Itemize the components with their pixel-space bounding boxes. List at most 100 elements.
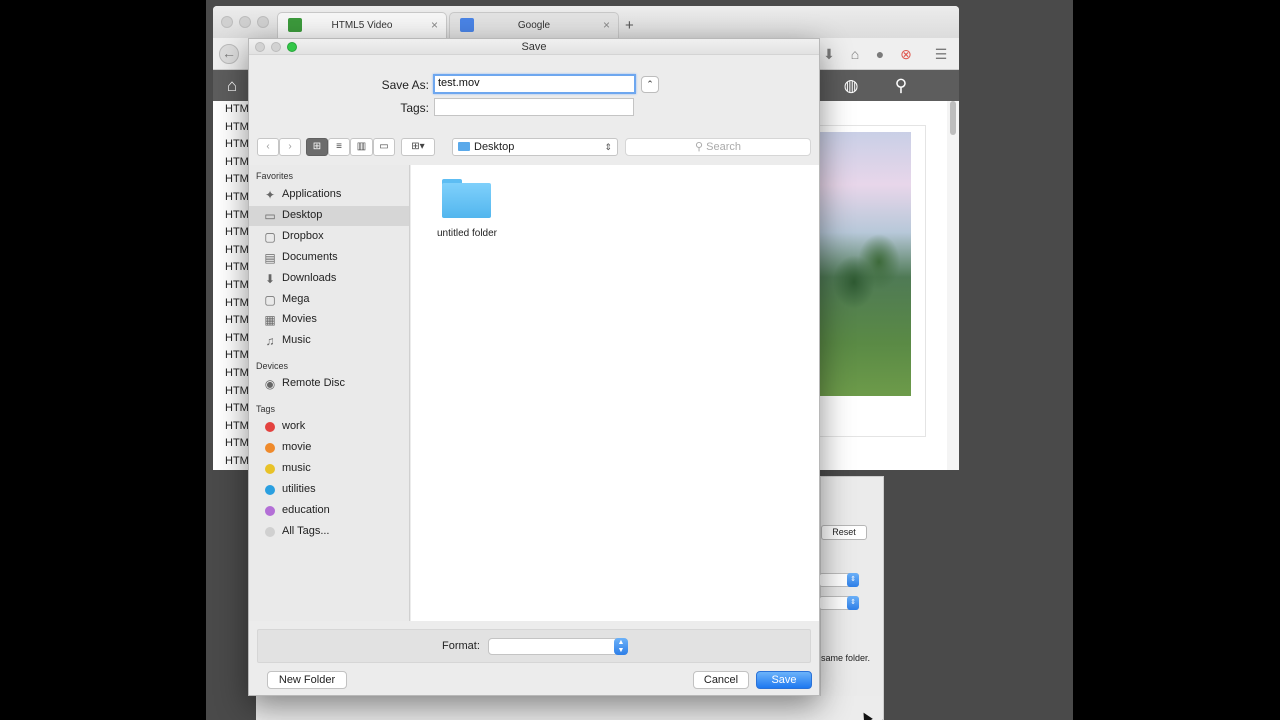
- sidebar-item-movies[interactable]: ▦ Movies: [249, 310, 409, 330]
- list-item[interactable]: HTM: [213, 295, 252, 313]
- home-icon[interactable]: ⌂: [847, 46, 863, 62]
- column-view-icon[interactable]: ▥: [350, 138, 373, 156]
- sidebar-item-utilities[interactable]: utilities: [249, 480, 409, 500]
- sidebar-item-mega[interactable]: ▢ Mega: [249, 290, 409, 310]
- new-folder-button[interactable]: New Folder: [267, 671, 347, 689]
- list-item[interactable]: HTM: [213, 383, 252, 401]
- list-item[interactable]: HTM: [213, 453, 252, 470]
- list-item[interactable]: HTM: [213, 312, 252, 330]
- list-item[interactable]: HTM: [213, 101, 252, 119]
- applications-icon: ✦: [264, 188, 276, 202]
- lifebuoy-icon[interactable]: ⊗: [898, 46, 914, 62]
- sidebar-item-dropbox[interactable]: ▢ Dropbox: [249, 227, 409, 247]
- tab-html5-video[interactable]: HTML5 Video ×: [277, 12, 447, 38]
- list-item[interactable]: HTM: [213, 136, 252, 154]
- reset-button[interactable]: Reset: [821, 525, 867, 540]
- save-as-label: Save As:: [381, 78, 429, 92]
- folder-icon: ▢: [264, 229, 276, 244]
- sidebar-item-label: Documents: [282, 250, 338, 263]
- chat-icon[interactable]: ●: [872, 46, 888, 62]
- sidebar-item-education[interactable]: education: [249, 501, 409, 521]
- scroll-thumb[interactable]: [950, 101, 956, 135]
- zoom-window-button[interactable]: [257, 16, 269, 28]
- home-icon[interactable]: ⌂: [222, 76, 242, 96]
- format-select[interactable]: ▲ ▼: [488, 638, 628, 655]
- save-dialog: Save Save As: test.mov ⌃ Tags: ‹ › ⊞ ≡ ▥…: [248, 38, 820, 696]
- favorites-heading: Favorites: [256, 171, 294, 181]
- close-tab-icon[interactable]: ×: [431, 18, 438, 32]
- list-item[interactable]: HTM: [213, 400, 252, 418]
- save-as-input[interactable]: test.mov: [433, 74, 636, 94]
- list-item[interactable]: HTM: [213, 435, 252, 453]
- devices-heading: Devices: [256, 361, 289, 371]
- search-icon[interactable]: ⚲: [891, 76, 911, 96]
- arrange-button[interactable]: ⊞▾: [401, 138, 435, 156]
- list-item[interactable]: HTM: [213, 330, 252, 348]
- background-strip: [256, 696, 882, 720]
- folder-icon: [458, 142, 470, 151]
- tag-color-icon: [265, 422, 275, 432]
- list-item[interactable]: HTM: [213, 242, 252, 260]
- sidebar-item-label: Music: [282, 334, 311, 347]
- folder-icon: [442, 179, 491, 218]
- globe-icon[interactable]: ◍: [841, 76, 861, 96]
- back-icon[interactable]: ←: [219, 44, 239, 64]
- new-tab-button[interactable]: +: [625, 17, 634, 34]
- close-tab-icon[interactable]: ×: [603, 18, 610, 32]
- sidebar-item-music[interactable]: ♫ Music: [249, 331, 409, 351]
- minimize-window-button[interactable]: [239, 16, 251, 28]
- forward-button[interactable]: ›: [279, 138, 301, 156]
- list-item[interactable]: HTM: [213, 277, 252, 295]
- expand-dialog-button[interactable]: ⌃: [641, 76, 659, 93]
- list-item[interactable]: HTM: [213, 189, 252, 207]
- tag-color-icon: [265, 484, 275, 495]
- list-item[interactable]: HTM: [213, 224, 252, 242]
- sidebar-item-desktop[interactable]: ▭ Desktop: [249, 205, 409, 226]
- settings-select-1[interactable]: ⇕: [819, 573, 859, 587]
- sidebar-item-work[interactable]: work: [249, 417, 409, 437]
- dialog-titlebar: Save: [249, 39, 819, 55]
- sidebar-item-applications[interactable]: ✦ Applications: [249, 185, 409, 205]
- sidebar-item-downloads[interactable]: ⬇ Downloads: [249, 269, 409, 289]
- arrange-icon: ⊞: [411, 141, 420, 152]
- save-button[interactable]: Save: [756, 671, 812, 689]
- sidebar-item-label: Remote Disc: [282, 377, 345, 389]
- list-item[interactable]: HTM: [213, 418, 252, 436]
- list-item[interactable]: HTM: [213, 207, 252, 225]
- sidebar-item-documents[interactable]: ▤ Documents: [249, 248, 409, 268]
- list-item[interactable]: HTM: [213, 119, 252, 137]
- tag-color-icon: [265, 442, 275, 453]
- sidebar-item-remote-disc[interactable]: ◉ Remote Disc: [249, 374, 409, 394]
- back-button[interactable]: ‹: [257, 138, 279, 156]
- search-input[interactable]: ⚲ Search: [625, 138, 811, 156]
- tags-input[interactable]: [434, 98, 634, 116]
- sidebar-item-music[interactable]: music: [249, 459, 409, 479]
- list-item[interactable]: HTM: [213, 154, 252, 172]
- settings-select-2[interactable]: ⇕: [819, 596, 859, 610]
- list-item[interactable]: HTM: [213, 347, 252, 365]
- sidebar-item-movie[interactable]: movie: [249, 438, 409, 458]
- location-select[interactable]: Desktop ⇕: [452, 138, 618, 156]
- tab-google[interactable]: Google ×: [449, 12, 619, 38]
- page-scrollbar[interactable]: [947, 101, 959, 470]
- icon-view-button[interactable]: ⊞: [306, 138, 328, 156]
- menu-icon[interactable]: ☰: [933, 46, 949, 62]
- coverflow-view-icon[interactable]: ▭: [373, 138, 395, 156]
- sidebar-item-all-tags[interactable]: All Tags...: [249, 522, 409, 542]
- sidebar-item-label: Desktop: [282, 208, 323, 221]
- list-item[interactable]: HTM: [213, 171, 252, 189]
- desktop-icon: ▭: [264, 208, 276, 223]
- browser-titlebar: HTML5 Video × Google × +: [213, 6, 959, 38]
- list-view-icon[interactable]: ≡: [328, 138, 350, 156]
- music-icon: ♫: [265, 334, 275, 349]
- list-item[interactable]: HTM: [213, 365, 252, 383]
- video-player[interactable]: [819, 132, 911, 396]
- file-name: untitled folder: [436, 228, 498, 239]
- download-icon[interactable]: ⬇: [821, 46, 837, 62]
- tags-heading: Tags: [256, 404, 276, 414]
- list-item[interactable]: HTM: [213, 259, 252, 277]
- sidebar-item-label: Mega: [282, 292, 310, 305]
- close-window-button[interactable]: [221, 16, 233, 28]
- sidebar-item-label: movie: [282, 440, 312, 453]
- cancel-button[interactable]: Cancel: [693, 671, 749, 689]
